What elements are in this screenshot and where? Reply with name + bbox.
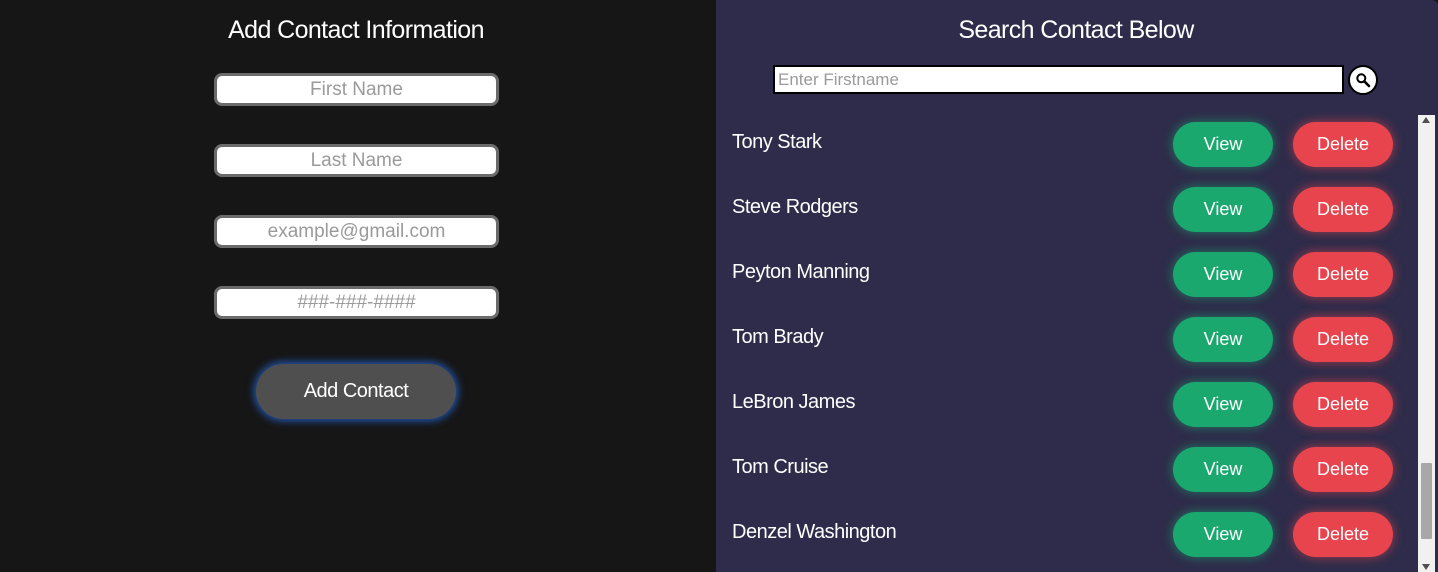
contact-row: Denzel Washington View Delete [716, 502, 1418, 567]
contact-name: Tom Cruise [732, 456, 829, 478]
add-contact-title: Add Contact Information [228, 16, 484, 44]
delete-button[interactable]: Delete [1293, 187, 1393, 232]
contact-name: Steve Rodgers [732, 196, 858, 218]
scroll-up-arrow-icon[interactable] [1422, 117, 1430, 123]
contact-app: Add Contact Information Add Contact Sear… [0, 0, 1438, 572]
contact-list: Tony Stark View Delete Steve Rodgers Vie… [716, 112, 1418, 572]
first-name-input[interactable] [214, 73, 499, 106]
scrollbar-thumb[interactable] [1421, 463, 1432, 539]
view-button[interactable]: View [1173, 122, 1273, 167]
delete-button[interactable]: Delete [1293, 447, 1393, 492]
delete-button[interactable]: Delete [1293, 252, 1393, 297]
view-button[interactable]: View [1173, 252, 1273, 297]
contact-name: Denzel Washington [732, 521, 897, 543]
delete-button[interactable]: Delete [1293, 122, 1393, 167]
contact-row: LeBron James View Delete [716, 372, 1418, 437]
phone-input[interactable] [214, 286, 499, 319]
delete-button[interactable]: Delete [1293, 512, 1393, 557]
search-button[interactable] [1348, 65, 1378, 95]
delete-button[interactable]: Delete [1293, 317, 1393, 362]
email-input[interactable] [214, 215, 499, 248]
search-input[interactable] [773, 65, 1344, 94]
view-button[interactable]: View [1173, 317, 1273, 362]
contact-row: Peyton Manning View Delete [716, 242, 1418, 307]
search-contact-panel: Search Contact Below Tony Stark View Del… [716, 0, 1438, 572]
view-button[interactable]: View [1173, 512, 1273, 557]
contact-row: Tom Brady View Delete [716, 307, 1418, 372]
delete-button[interactable]: Delete [1293, 382, 1393, 427]
contact-row: Steve Rodgers View Delete [716, 177, 1418, 242]
view-button[interactable]: View [1173, 447, 1273, 492]
contact-list-scrollbar[interactable] [1418, 115, 1435, 572]
contact-row: Tony Stark View Delete [716, 112, 1418, 177]
contact-name: Tom Brady [732, 326, 824, 348]
view-button[interactable]: View [1173, 382, 1273, 427]
contact-name: LeBron James [732, 391, 855, 413]
contact-name: Peyton Manning [732, 261, 870, 283]
add-contact-button[interactable]: Add Contact [256, 364, 456, 419]
scroll-down-arrow-icon[interactable] [1422, 564, 1430, 570]
search-contact-title: Search Contact Below [958, 16, 1194, 44]
magnifier-icon [1356, 73, 1371, 88]
last-name-input[interactable] [214, 144, 499, 177]
add-contact-panel: Add Contact Information Add Contact [0, 0, 716, 572]
view-button[interactable]: View [1173, 187, 1273, 232]
contact-row: Tom Cruise View Delete [716, 437, 1418, 502]
contact-name: Tony Stark [732, 131, 822, 153]
